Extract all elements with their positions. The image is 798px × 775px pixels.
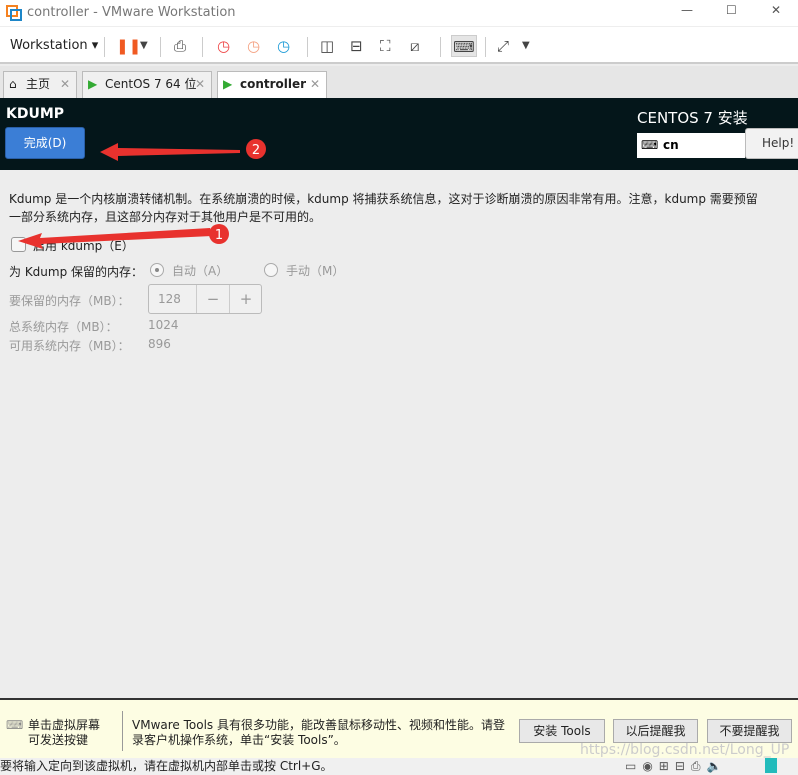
maximize-button[interactable]: ☐: [726, 3, 737, 17]
tab-label: controller: [240, 77, 307, 91]
install-tools-button[interactable]: 安装 Tools: [519, 719, 605, 743]
remind-later-button[interactable]: 以后提醒我: [613, 719, 698, 743]
manual-label: 手动（M）: [286, 264, 345, 278]
keyboard-icon: ⌨: [641, 138, 659, 152]
console-icon[interactable]: ⌨: [451, 35, 477, 57]
tab-home[interactable]: ⌂ 主页 ✕: [3, 71, 77, 98]
install-title: CENTOS 7 安装: [637, 109, 748, 127]
tools-message-line2: 录客户机操作系统，单击“安装 Tools”。: [132, 733, 346, 747]
watermark: https://blog.csdn.net/Long_UP: [580, 742, 790, 758]
reserve-memory-label: 为 Kdump 保留的内存：: [9, 265, 144, 279]
workstation-menu[interactable]: Workstation ▾: [10, 35, 98, 57]
send-ctrl-alt-del-icon[interactable]: ⎙: [174, 35, 186, 57]
reserved-memory-label: 要保留的内存（MB）：: [9, 294, 130, 308]
full-screen-icon[interactable]: ⛶: [380, 35, 391, 57]
installer-header: KDUMP 完成(D) CENTOS 7 安装 ⌨ cn Help!: [0, 98, 798, 170]
minimize-button[interactable]: —: [681, 3, 693, 17]
annotation-number-1: 1: [215, 228, 223, 243]
total-memory-label: 总系统内存（MB）：: [9, 320, 118, 334]
tab-bar: ⌂ 主页 ✕ ▶ CentOS 7 64 位 ✕ ▶ controller ✕: [0, 66, 798, 98]
done-button[interactable]: 完成(D): [5, 127, 85, 159]
window-title: controller - VMware Workstation: [27, 5, 236, 20]
library-view-icon[interactable]: ◫: [320, 35, 334, 57]
keyboard-hint-icon: ⌨: [6, 718, 24, 732]
status-bar: 要将输入定向到该虚拟机，请在虚拟机内部单击或按 Ctrl+G。 ▭◉⊞⊟⎙🔈: [0, 758, 798, 775]
vm-status-icon[interactable]: [765, 758, 777, 773]
decrement-button[interactable]: −: [196, 285, 229, 313]
annotation-marker-1: [209, 224, 229, 244]
close-tab-icon[interactable]: ✕: [60, 72, 70, 97]
stretch-icon[interactable]: ⤢: [497, 35, 509, 57]
keyboard-layout-label: cn: [663, 138, 679, 152]
increment-button[interactable]: +: [229, 285, 262, 313]
close-button[interactable]: ✕: [771, 3, 781, 17]
description-line2: 一部分系统内存，且这部分内存对于其他用户是不可用的。: [9, 210, 322, 224]
snapshot-icon[interactable]: ◷: [217, 35, 230, 57]
enable-kdump-label: 启用 kdump（E）: [33, 239, 134, 253]
tab-centos[interactable]: ▶ CentOS 7 64 位 ✕: [82, 71, 212, 98]
stretch-dropdown[interactable]: ▼: [522, 35, 530, 57]
device-status-icons[interactable]: ▭◉⊞⊟⎙🔈: [625, 758, 727, 775]
reserved-memory-input[interactable]: 128: [158, 292, 181, 306]
vm-icon: ▶: [88, 77, 98, 91]
vmware-logo-icon: [6, 5, 22, 21]
vm-icon: ▶: [223, 77, 233, 91]
workstation-label: Workstation: [10, 38, 88, 53]
unity-icon[interactable]: ⧄: [410, 35, 420, 57]
thumbnail-view-icon[interactable]: ⊟: [350, 35, 363, 57]
usable-memory-value: 896: [148, 337, 171, 351]
auto-label: 自动（A）: [172, 264, 229, 278]
revert-snapshot-icon[interactable]: ◷: [247, 35, 260, 57]
usable-memory-label: 可用系统内存（MB）：: [9, 339, 130, 353]
title-bar: controller - VMware Workstation — ☐ ✕: [0, 0, 798, 26]
pause-icon[interactable]: ❚❚: [116, 35, 141, 57]
status-text: 要将输入定向到该虚拟机，请在虚拟机内部单击或按 Ctrl+G。: [0, 759, 333, 773]
toolbar: Workstation ▾ ❚❚ ▼ ⎙ ◷ ◷ ◷ ◫ ⊟ ⛶ ⧄ ⌨ ⤢ ▼: [0, 26, 798, 64]
keyboard-layout-indicator[interactable]: ⌨ cn: [637, 133, 745, 158]
tab-label: CentOS 7 64 位: [105, 77, 197, 91]
snapshot-manager-icon[interactable]: ◷: [277, 35, 290, 57]
never-remind-button[interactable]: 不要提醒我: [707, 719, 792, 743]
manual-radio[interactable]: [264, 263, 278, 277]
close-tab-icon[interactable]: ✕: [310, 72, 320, 97]
reserved-memory-spinner: 128 − +: [148, 284, 262, 314]
total-memory-value: 1024: [148, 318, 179, 332]
auto-radio[interactable]: [150, 263, 164, 277]
power-dropdown[interactable]: ▼: [140, 35, 148, 57]
enable-kdump-checkbox[interactable]: [11, 237, 26, 252]
close-tab-icon[interactable]: ✕: [195, 72, 205, 97]
help-button[interactable]: Help!: [745, 128, 798, 159]
hint-line2: 可发送按键: [28, 733, 89, 747]
home-icon: ⌂: [9, 77, 17, 91]
tab-label: 主页: [26, 77, 51, 91]
page-title: KDUMP: [6, 106, 65, 122]
tab-controller[interactable]: ▶ controller ✕: [217, 71, 327, 98]
description-line1: Kdump 是一个内核崩溃转储机制。在系统崩溃的时候，kdump 将捕获系统信息…: [9, 192, 758, 206]
